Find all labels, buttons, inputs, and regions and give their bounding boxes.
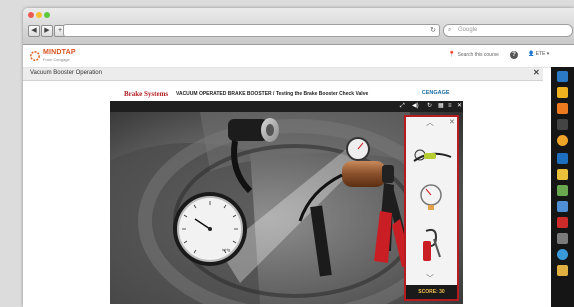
user-icon: 👤 [528,51,536,57]
forward-button[interactable]: ▶ [41,25,53,37]
tool-list [413,149,452,261]
minimize-window-button[interactable] [36,12,42,18]
sun-icon[interactable] [557,135,568,146]
mindtap-logo-icon [30,51,40,61]
chat-icon[interactable] [557,233,568,244]
app-header: MINDTAP From Cengage 📍 Search this course… [23,45,574,68]
browser-window: ◀ ▶ + ↻ ⌕ Google MINDTAP From Cengage 📍 S… [23,8,574,307]
simulation-toolbar: ⤢ ◀) ↻ ▦ ≡ ✕ [110,101,463,112]
close-window-button[interactable] [28,12,34,18]
tool-item-hose[interactable] [423,228,441,261]
cengage-logo: ◌ CENGAGE [417,90,450,96]
reset-icon[interactable]: ↻ [427,103,432,110]
search-course-label: Search this course [457,52,499,58]
close-icon[interactable]: ✕ [457,103,462,110]
help-icon[interactable]: ? [510,51,518,59]
user-menu-label: ETE ▾ [535,51,550,57]
volume-icon[interactable]: ◀) [412,103,419,110]
simulation-subtitle: VACUUM OPERATED BRAKE BOOSTER / Testing … [176,91,369,97]
topic-title: Brake Systems [124,90,169,98]
globe-icon[interactable] [557,249,568,260]
rss-icon[interactable] [557,103,568,114]
tool-item-pump[interactable] [413,149,452,162]
user-menu[interactable]: 👤 ETE ▾ [528,51,549,57]
search-icon: ⌕ [448,27,452,33]
pin-icon: 📍 [448,52,456,58]
activity-titlebar: Vacuum Booster Operation ✕ [23,68,543,81]
search-placeholder: Google [458,27,478,33]
cengage-label: CENGAGE [421,90,450,96]
score-display: SCORE: 30 [406,285,457,299]
tool-item-gauge[interactable] [420,184,442,210]
bookmark-icon[interactable] [557,217,568,228]
vacuum-gauge-zoom: inHg [173,192,247,266]
scroll-up-icon[interactable]: ︿ [426,117,434,128]
book-icon[interactable] [557,153,568,164]
address-bar[interactable]: ↻ [63,24,440,37]
menu-icon[interactable]: ≡ [448,103,452,110]
note-icon[interactable] [557,169,568,180]
brand-name: MINDTAP [43,49,76,56]
cloud-icon[interactable] [557,71,568,82]
pencil-icon[interactable] [557,87,568,98]
app-dock [551,67,574,307]
tool-selection-panel: ︿ ✕ ﹀ SCORE: 30 [404,115,459,301]
gauge-unit: inHg [222,247,230,252]
image-icon[interactable] [557,201,568,212]
back-button[interactable]: ◀ [28,25,40,37]
zoom-window-button[interactable] [44,12,50,18]
brand-subtitle: From Cengage [43,57,70,62]
nav-buttons: ◀ ▶ + [28,25,67,37]
flag-icon[interactable] [557,265,568,276]
wrench-icon[interactable] [557,119,568,130]
scroll-down-icon[interactable]: ﹀ [426,273,434,284]
activity-content: Brake Systems VACUUM OPERATED BRAKE BOOS… [23,81,543,307]
grid-icon[interactable]: ▦ [438,103,444,110]
simulation-stage[interactable]: inHg ⤢ ◀) ↻ ▦ ≡ ✕ ︿ ✕ ﹀ SCORE: 30 [110,101,463,304]
fullscreen-icon[interactable]: ⤢ [400,103,405,110]
simulation-header: Brake Systems VACUUM OPERATED BRAKE BOOS… [110,85,455,101]
panel-close-button[interactable]: ✕ [449,118,455,126]
close-activity-button[interactable]: ✕ [533,68,540,77]
browser-chrome: ◀ ▶ + ↻ ⌕ Google [23,8,574,45]
browser-search-input[interactable]: ⌕ Google [443,24,573,37]
reload-icon[interactable]: ↻ [430,25,436,36]
activity-title: Vacuum Booster Operation [30,70,102,76]
puzzle-icon[interactable] [557,185,568,196]
search-course-button[interactable]: 📍 Search this course [448,51,499,58]
